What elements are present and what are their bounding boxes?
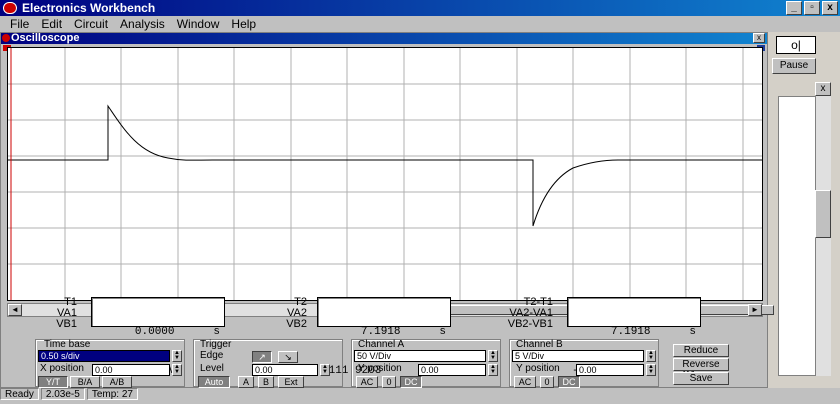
oscilloscope-title: Oscilloscope — [11, 32, 80, 44]
channel-a-scale-spinner[interactable]: ▲ ▼ — [488, 350, 498, 362]
status-time: 2.03e-5 — [40, 388, 85, 400]
mode-ab-button[interactable]: A/B — [102, 376, 132, 388]
readout-diff-box: 7.1918s -111.9203µV — [567, 297, 701, 377]
channel-b-label: Channel B — [516, 339, 563, 350]
readout-diff-labels: T2-T1 VA2-VA1 VB2-VB1 — [501, 297, 553, 330]
menu-circuit[interactable]: Circuit — [68, 16, 114, 32]
channel-a-label: Channel A — [358, 339, 405, 350]
reverse-button[interactable]: Reverse — [673, 358, 729, 371]
menu-analysis[interactable]: Analysis — [114, 16, 171, 32]
channel-b-group: Channel B 5 V/Div ▲ ▼ Y position 0.00 ▲ ▼ … — [509, 339, 659, 388]
readout-t2-box: 7.1918s -111.9203µV — [317, 297, 451, 377]
channel-a-ypos-label: Y position — [358, 363, 402, 374]
channel-a-ypos-spinner[interactable]: ▲ ▼ — [488, 364, 498, 376]
channel-a-dc-button[interactable]: DC — [400, 376, 422, 388]
restore-button[interactable]: ▫ — [804, 1, 820, 15]
channel-b-zero-button[interactable]: 0 — [540, 376, 554, 388]
timebase-spinner[interactable]: ▲ ▼ — [172, 350, 182, 362]
oscilloscope-title-bar[interactable]: Oscilloscope — [1, 33, 767, 44]
timebase-label: Time base — [44, 339, 91, 350]
status-ready: Ready — [0, 388, 39, 400]
label-vb2-vb1: VB2-VB1 — [507, 318, 553, 330]
channel-a-ypos-input[interactable]: 0.00 — [418, 364, 486, 376]
oscilloscope-screen — [7, 47, 763, 301]
x-position-label: X position — [40, 363, 84, 374]
label-vb2: VB2 — [286, 318, 307, 330]
timebase-group: Time base 0.50 s/div ▲ ▼ X position 0.00 … — [35, 339, 185, 388]
level-spinner[interactable]: ▲ ▼ — [320, 364, 330, 376]
channel-b-ypos-input[interactable]: 0.00 — [576, 364, 644, 376]
x-position-input[interactable]: 0.00 — [92, 364, 170, 376]
mode-yt-button[interactable]: Y/T — [38, 376, 68, 388]
channel-a-scale-select[interactable]: 50 V/Div — [354, 350, 486, 362]
trigger-ext-button[interactable]: Ext — [278, 376, 304, 388]
edge-rising-button[interactable]: ↗ — [252, 351, 272, 363]
readout-t1-labels: T1 VA1 VB1 — [33, 297, 77, 330]
trigger-auto-button[interactable]: Auto — [198, 376, 230, 388]
window-controls: _ ▫ x — [786, 1, 838, 15]
timebase-select[interactable]: 0.50 s/div — [38, 350, 170, 362]
readout-t1-box: 0.0000s -2.3093e-14V — [91, 297, 225, 377]
screen-grid — [8, 48, 762, 300]
app-icon — [3, 2, 17, 14]
oscilloscope-icon — [2, 34, 10, 42]
trigger-group: Trigger Edge ↗ ↘ Level 0.00 ▲ ▼ Auto A B … — [193, 339, 343, 388]
t2-value: 7.1918 — [360, 326, 401, 338]
app-title: Electronics Workbench — [22, 1, 156, 15]
trigger-label: Trigger — [200, 339, 232, 350]
menu-bar: File Edit Circuit Analysis Window Help — [0, 16, 840, 32]
minimize-button[interactable]: _ — [786, 1, 802, 15]
dt-unit: s — [689, 326, 696, 338]
menu-window[interactable]: Window — [171, 16, 226, 32]
oscilloscope-window: Oscilloscope x ◄ ► T1 VA1 VB1 0.0000s -2… — [0, 32, 774, 388]
save-button[interactable]: Save — [673, 372, 729, 385]
dt-value: 7.1918 — [610, 326, 651, 338]
oscilloscope-close-button[interactable]: x — [753, 33, 765, 43]
level-input[interactable]: 0.00 — [252, 364, 318, 376]
t1-unit: s — [213, 326, 220, 338]
channel-a-ac-button[interactable]: AC — [356, 376, 378, 388]
channel-b-scale-spinner[interactable]: ▲ ▼ — [646, 350, 656, 362]
x-position-spinner[interactable]: ▲ ▼ — [172, 364, 182, 376]
scroll-right-arrow[interactable]: ► — [748, 304, 762, 316]
close-button[interactable]: x — [822, 1, 838, 15]
channel-b-ypos-spinner[interactable]: ▲ ▼ — [646, 364, 656, 376]
vertical-scroll-thumb[interactable] — [815, 190, 831, 238]
app-title-bar: Electronics Workbench _ ▫ x — [0, 0, 840, 16]
t2-unit: s — [439, 326, 446, 338]
channel-a-group: Channel A 50 V/Div ▲ ▼ Y position 0.00 ▲ ▼… — [351, 339, 501, 388]
menu-file[interactable]: File — [4, 16, 35, 32]
scroll-left-arrow[interactable]: ◄ — [8, 304, 22, 316]
mode-ba-button[interactable]: B/A — [70, 376, 100, 388]
level-label: Level — [200, 363, 224, 374]
channel-b-ypos-label: Y position — [516, 363, 560, 374]
label-vb1: VB1 — [56, 318, 77, 330]
oscilloscope-display — [8, 48, 762, 300]
menu-help[interactable]: Help — [225, 16, 262, 32]
channel-a-zero-button[interactable]: 0 — [382, 376, 396, 388]
channel-b-dc-button[interactable]: DC — [558, 376, 580, 388]
pause-button[interactable]: Pause — [772, 58, 816, 74]
edge-falling-button[interactable]: ↘ — [278, 351, 298, 363]
readout-t2-labels: T2 VA2 VB2 — [263, 297, 307, 330]
channel-b-scale-select[interactable]: 5 V/Div — [512, 350, 644, 362]
trigger-b-button[interactable]: B — [258, 376, 274, 388]
t1-value: 0.0000 — [134, 326, 175, 338]
edge-label: Edge — [200, 350, 224, 361]
power-switch[interactable]: o| — [776, 36, 816, 54]
menu-edit[interactable]: Edit — [35, 16, 68, 32]
trigger-a-button[interactable]: A — [238, 376, 254, 388]
inner-window-close-button[interactable]: x — [815, 82, 831, 96]
reduce-button[interactable]: Reduce — [673, 344, 729, 357]
channel-b-ac-button[interactable]: AC — [514, 376, 536, 388]
